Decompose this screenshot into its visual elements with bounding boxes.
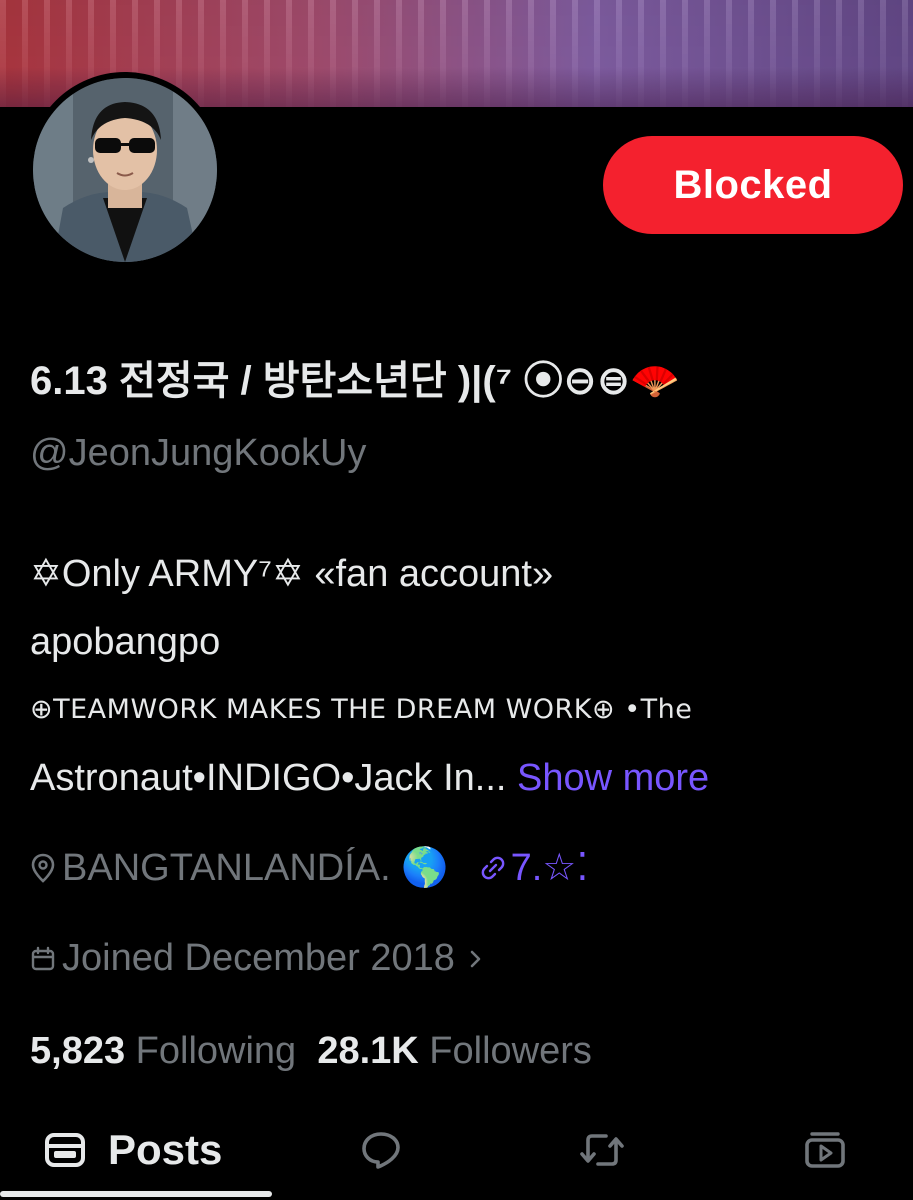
tab-replies[interactable] (360, 1115, 402, 1185)
following-count: 5,823 (30, 1030, 126, 1072)
followers-label: Followers (429, 1030, 592, 1072)
active-tab-indicator (0, 1191, 272, 1197)
bio-line-4-text: Astronaut•INDIGO•Jack In... (30, 757, 507, 799)
bio-line-3: ⊕TEAMWORK MAKES THE DREAM WORK⊕ •The (30, 694, 693, 725)
location-pin-icon (30, 853, 56, 883)
bio-line-1: ✡Only ARMY⁷✡ «fan account» (30, 553, 554, 595)
display-name: 6.13 전정국 / 방탄소년단 )|(⁷ ⦿⊖⊜🪭 (30, 359, 681, 403)
blocked-button[interactable]: Blocked (603, 136, 903, 234)
following-stat[interactable]: 5,823 Following (30, 1030, 296, 1072)
media-icon (803, 1130, 847, 1170)
joined-row[interactable]: Joined December 2018 (30, 937, 483, 980)
tab-media[interactable] (803, 1115, 847, 1185)
following-label: Following (135, 1030, 297, 1072)
profile-link-text[interactable]: 7.☆⁚ (511, 845, 589, 890)
calendar-icon (30, 945, 56, 973)
bio: ✡Only ARMY⁷✡ «fan account» apobangpo ⊕TE… (30, 540, 890, 812)
followers-stat[interactable]: 28.1K Followers (317, 1030, 592, 1072)
avatar[interactable] (27, 72, 223, 268)
followers-count: 28.1K (317, 1030, 419, 1072)
bio-line-4: Astronaut•INDIGO•Jack In... Show more (30, 744, 890, 812)
chevron-right-icon (469, 948, 483, 970)
location-text: BANGTANLANDÍA. 🌎 (62, 846, 449, 889)
tab-posts-label: Posts (108, 1126, 223, 1173)
posts-icon (44, 1132, 86, 1168)
tab-posts[interactable]: Posts (44, 1115, 222, 1185)
profile-link[interactable]: 7.☆⁚ (479, 845, 589, 890)
link-icon (479, 854, 507, 882)
follow-stats: 5,823 Following 28.1K Followers (30, 1030, 592, 1073)
profile-tabbar: Posts (0, 1105, 913, 1200)
tab-reposts[interactable] (578, 1115, 626, 1185)
joined-text: Joined December 2018 (62, 937, 455, 979)
bio-line-2: apobangpo (30, 621, 221, 663)
profile-meta-row: BANGTANLANDÍA. 🌎 7.☆⁚ (30, 845, 588, 890)
repost-icon (578, 1130, 626, 1170)
show-more-link[interactable]: Show more (517, 757, 709, 799)
user-handle: @JeonJungKookUy (30, 432, 367, 474)
reply-icon (360, 1130, 402, 1170)
